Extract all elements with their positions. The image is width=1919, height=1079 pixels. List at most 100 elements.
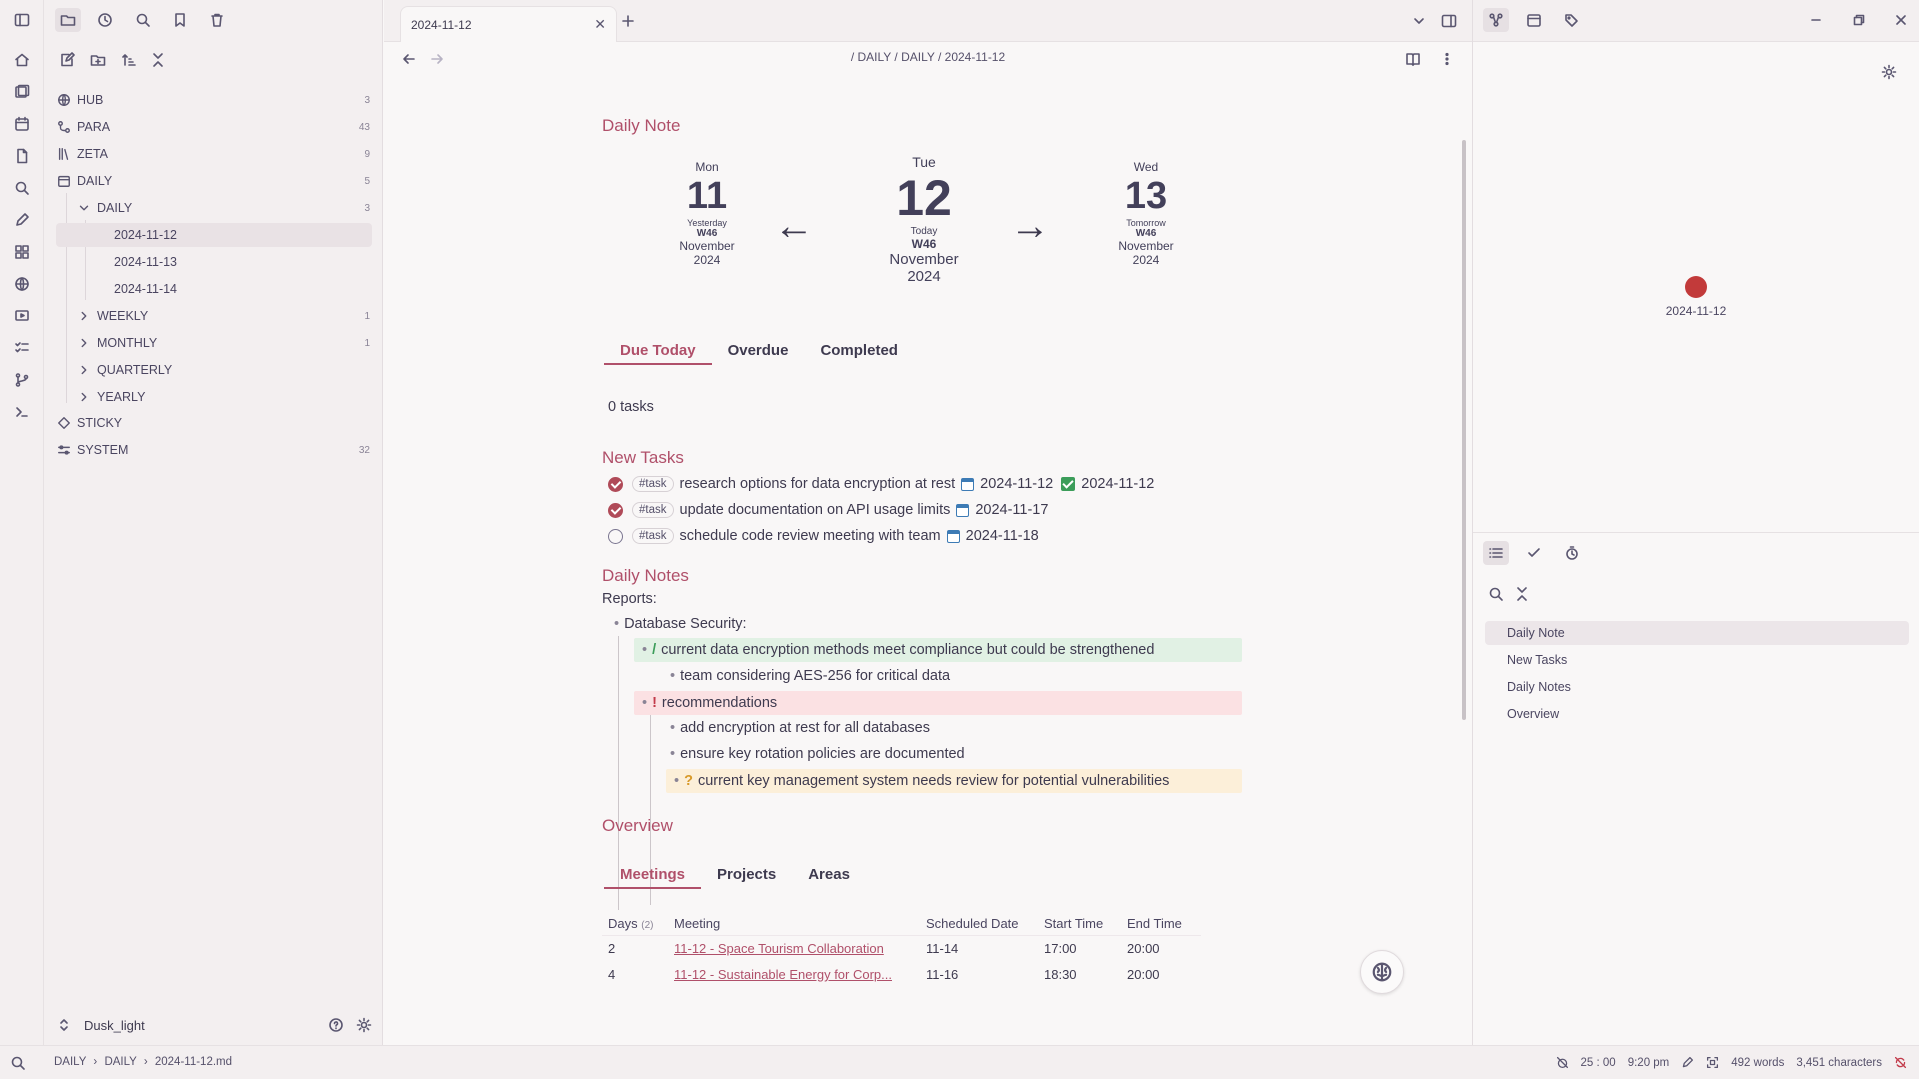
tab-overdue[interactable]: Overdue xyxy=(712,338,805,365)
focus-icon[interactable] xyxy=(1706,1056,1719,1069)
task-tag[interactable]: #task xyxy=(632,502,674,518)
col-start-time[interactable]: Start Time xyxy=(1038,912,1121,936)
graph-node[interactable] xyxy=(1685,276,1707,298)
col-scheduled-date[interactable]: Scheduled Date xyxy=(920,912,1038,936)
pen-icon[interactable] xyxy=(10,208,34,232)
tree-file-2024-11-14[interactable]: 2024-11-14 xyxy=(56,277,372,301)
tree-folder-daily[interactable]: DAILY 5 xyxy=(56,169,372,193)
arrow-right-icon[interactable]: → xyxy=(1010,204,1050,249)
clock-icon[interactable] xyxy=(92,8,118,32)
tab-due-today[interactable]: Due Today xyxy=(604,338,712,365)
file-icon[interactable] xyxy=(10,144,34,168)
check-icon[interactable] xyxy=(1521,541,1547,565)
checkbox-unchecked[interactable] xyxy=(608,528,623,544)
search-icon[interactable] xyxy=(10,176,34,200)
checklist-icon[interactable] xyxy=(10,336,34,360)
prev-day-link[interactable]: Mon 11 Yesterday W46 November 2024 xyxy=(672,160,742,267)
edit-mode-icon[interactable] xyxy=(1681,1056,1694,1069)
home-icon[interactable] xyxy=(10,48,34,72)
gear-icon[interactable] xyxy=(356,1017,372,1033)
tab-completed[interactable]: Completed xyxy=(804,338,914,365)
globe-icon[interactable] xyxy=(10,272,34,296)
meeting-link[interactable]: 11-12 - Space Tourism Collaboration xyxy=(674,941,884,956)
new-note-icon[interactable] xyxy=(55,48,79,72)
collapse-icon[interactable] xyxy=(1509,582,1535,606)
sync-off-icon[interactable] xyxy=(1894,1056,1907,1069)
restore-icon[interactable] xyxy=(1846,8,1872,32)
vault-name: Dusk_light xyxy=(84,1017,145,1033)
sidebar-toggle-icon[interactable] xyxy=(10,8,34,32)
col-end-time[interactable]: End Time xyxy=(1121,912,1201,936)
tree-folder-para[interactable]: PARA 43 xyxy=(56,115,372,139)
outline-icon[interactable] xyxy=(1483,541,1509,565)
close-icon[interactable]: ✕ xyxy=(594,16,606,33)
tab-projects[interactable]: Projects xyxy=(701,862,792,889)
search-icon[interactable] xyxy=(10,1055,26,1071)
tab-areas[interactable]: Areas xyxy=(792,862,866,889)
tags-icon[interactable] xyxy=(1559,8,1585,32)
outline-item[interactable]: Daily Note xyxy=(1485,621,1909,645)
tree-folder-daily-sub[interactable]: DAILY 3 xyxy=(76,196,372,220)
search-icon[interactable] xyxy=(1483,582,1509,606)
reading-view-icon[interactable] xyxy=(1402,48,1424,70)
more-options-icon[interactable] xyxy=(1436,48,1458,70)
search-icon[interactable] xyxy=(130,8,156,32)
tree-folder-sticky[interactable]: STICKY xyxy=(56,411,372,435)
tab-2024-11-12[interactable]: 2024-11-12 ✕ xyxy=(400,6,617,42)
close-window-icon[interactable] xyxy=(1888,8,1914,32)
next-day-link[interactable]: Wed 13 Tomorrow W46 November 2024 xyxy=(1106,160,1186,267)
scrollbar[interactable] xyxy=(1462,140,1466,720)
tree-folder-weekly[interactable]: WEEKLY 1 xyxy=(76,304,372,328)
status-bar: DAILY › DAILY › 2024-11-12.md 25 : 00 9:… xyxy=(0,1045,1919,1079)
tree-folder-monthly[interactable]: MONTHLY 1 xyxy=(76,331,372,355)
breadcrumb[interactable]: / DAILY / DAILY / 2024-11-12 xyxy=(384,50,1472,64)
right-sidebar-toggle-icon[interactable] xyxy=(1438,10,1460,32)
outline-item[interactable]: Overview xyxy=(1485,702,1909,726)
arrow-left-icon[interactable]: ← xyxy=(774,204,814,249)
pane-divider[interactable] xyxy=(1473,532,1919,533)
bookmark-icon[interactable] xyxy=(167,8,193,32)
tree-folder-zeta[interactable]: ZETA 9 xyxy=(56,142,372,166)
checkbox-checked[interactable] xyxy=(608,476,623,492)
tree-file-2024-11-13[interactable]: 2024-11-13 xyxy=(56,250,372,274)
task-tag[interactable]: #task xyxy=(632,476,674,492)
brain-icon[interactable] xyxy=(1360,950,1404,994)
tree-folder-quarterly[interactable]: QUARTERLY xyxy=(76,358,372,382)
git-branch-icon[interactable] xyxy=(10,368,34,392)
col-meeting[interactable]: Meeting xyxy=(668,912,920,936)
outline-item[interactable]: Daily Notes xyxy=(1485,675,1909,699)
pomodoro-timer[interactable]: 25 : 00 xyxy=(1581,1057,1616,1069)
help-icon[interactable] xyxy=(328,1017,344,1033)
timer-icon[interactable] xyxy=(1559,541,1585,565)
vault-switcher[interactable]: Dusk_light xyxy=(56,1005,372,1045)
plus-icon[interactable] xyxy=(617,10,639,32)
sort-icon[interactable] xyxy=(117,48,141,72)
folder-icon[interactable] xyxy=(55,8,81,32)
terminal-icon[interactable] xyxy=(10,400,34,424)
graph-settings-icon[interactable] xyxy=(1877,60,1901,84)
chevron-down-icon[interactable] xyxy=(1408,10,1430,32)
tree-folder-system[interactable]: SYSTEM 32 xyxy=(56,438,372,462)
blocks-icon[interactable] xyxy=(10,240,34,264)
task-tag[interactable]: #task xyxy=(632,528,674,544)
status-path[interactable]: DAILY › DAILY › 2024-11-12.md xyxy=(54,1056,232,1068)
minimize-icon[interactable] xyxy=(1803,8,1829,32)
tab-meetings[interactable]: Meetings xyxy=(604,862,702,889)
tree-folder-hub[interactable]: HUB 3 xyxy=(56,88,372,112)
tree-folder-yearly[interactable]: YEARLY xyxy=(76,385,372,409)
calendar-icon[interactable] xyxy=(10,112,34,136)
timer-off-icon[interactable] xyxy=(1556,1056,1569,1069)
slides-icon[interactable] xyxy=(10,304,34,328)
local-graph-icon[interactable] xyxy=(1483,8,1509,32)
col-days[interactable]: Days (2) xyxy=(602,912,668,936)
outline-item[interactable]: New Tasks xyxy=(1485,648,1909,672)
tree-file-2024-11-12[interactable]: 2024-11-12 xyxy=(56,223,372,247)
checkbox-checked[interactable] xyxy=(608,502,623,518)
tree-label: ZETA xyxy=(77,147,109,161)
new-folder-icon[interactable] xyxy=(86,48,110,72)
trash-icon[interactable] xyxy=(204,8,230,32)
meeting-link[interactable]: 11-12 - Sustainable Energy for Corp... xyxy=(674,967,892,982)
layers-icon[interactable] xyxy=(10,80,34,104)
calendar-icon[interactable] xyxy=(1521,8,1547,32)
collapse-all-icon[interactable] xyxy=(146,48,170,72)
